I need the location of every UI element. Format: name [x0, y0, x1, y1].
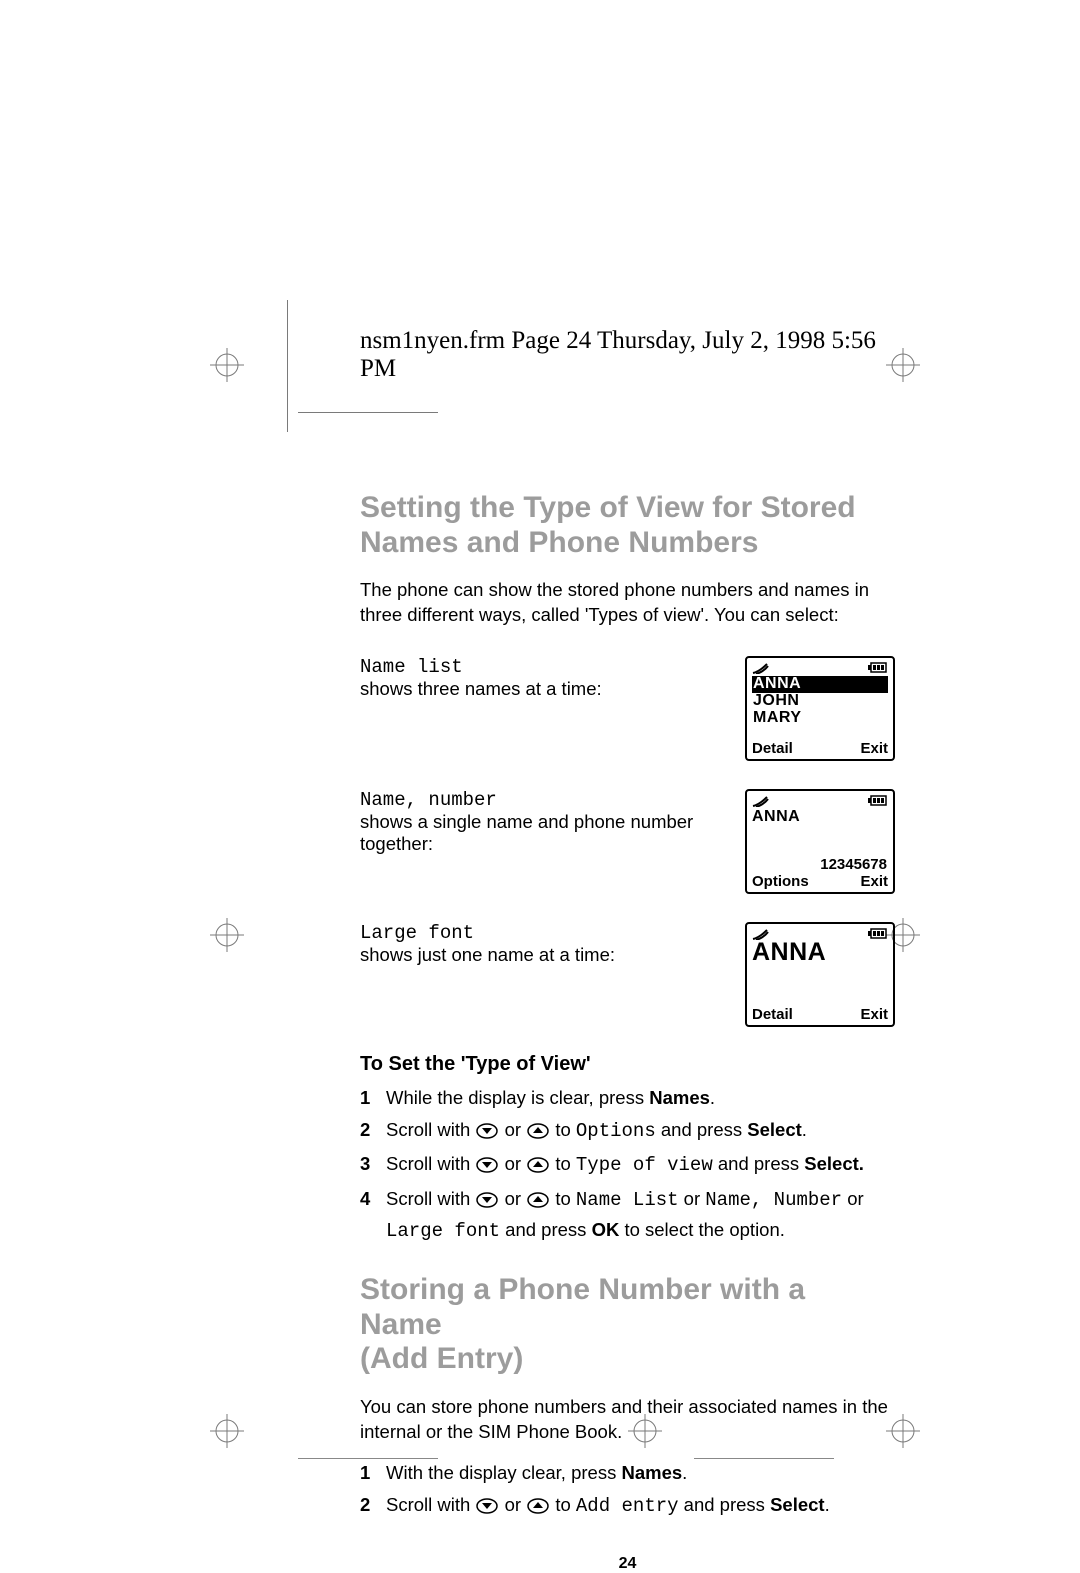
view-option: Name list shows three names at a time: A…	[360, 656, 895, 761]
view-desc: shows a single name and phone number tog…	[360, 811, 693, 854]
steps-list: 1 With the display clear, press Names. 2…	[360, 1459, 895, 1522]
softkey-left: Detail	[752, 1006, 793, 1023]
step-text: Scroll with or to Add entry and press Se…	[386, 1491, 895, 1522]
intro-text: The phone can show the stored phone numb…	[360, 578, 895, 628]
step-number: 2	[360, 1116, 386, 1147]
crop-rule	[287, 300, 288, 432]
softkey-right: Exit	[860, 1006, 888, 1023]
steps-list: 1 While the display is clear, press Name…	[360, 1084, 895, 1246]
scroll-up-icon	[527, 1188, 549, 1216]
register-mark-icon	[210, 1414, 244, 1448]
step-number: 2	[360, 1491, 386, 1522]
step-item: 2 Scroll with or to Options and press Se…	[360, 1116, 895, 1147]
lcd-preview: ANNA Detail Exit	[745, 922, 895, 1027]
step-number: 3	[360, 1150, 386, 1181]
lcd-preview: ANNA JOHN MARY Detail Exit	[745, 656, 895, 761]
heading-line: (Add Entry)	[360, 1342, 523, 1375]
step-item: 1 While the display is clear, press Name…	[360, 1084, 895, 1112]
lcd-softkeys: Detail Exit	[752, 740, 888, 757]
step-item: 4 Scroll with or to Name List or Name, N…	[360, 1185, 895, 1245]
view-code: Name, number	[360, 789, 497, 811]
manual-page: nsm1nyen.frm Page 24 Thursday, July 2, 1…	[0, 0, 1080, 1528]
lcd-softkeys: Detail Exit	[752, 1006, 888, 1023]
signal-icon	[752, 662, 774, 674]
softkey-right: Exit	[860, 740, 888, 757]
lcd-names: ANNA JOHN MARY	[752, 674, 888, 740]
battery-icon	[868, 795, 888, 806]
section-heading: Storing a Phone Number with a Name (Add …	[360, 1273, 895, 1377]
page-number: 24	[360, 1555, 895, 1573]
softkey-left: Options	[752, 873, 809, 890]
scroll-down-icon	[476, 1188, 498, 1216]
step-number: 1	[360, 1084, 386, 1112]
scroll-down-icon	[476, 1494, 498, 1522]
step-text: With the display clear, press Names.	[386, 1459, 895, 1487]
heading-line: Names and Phone Numbers	[360, 526, 758, 559]
page-content: nsm1nyen.frm Page 24 Thursday, July 2, 1…	[360, 327, 895, 1573]
lcd-status	[752, 795, 888, 807]
lcd-number: 12345678	[752, 856, 888, 873]
intro-text: You can store phone numbers and their as…	[360, 1395, 895, 1445]
heading-line: Setting the Type of View for Stored	[360, 491, 856, 524]
step-item: 3 Scroll with or to Type of view and pre…	[360, 1150, 895, 1181]
lcd-name-large: ANNA	[752, 940, 888, 965]
step-text: Scroll with or to Type of view and press…	[386, 1150, 895, 1181]
page-slug: nsm1nyen.frm Page 24 Thursday, July 2, 1…	[360, 327, 895, 383]
lcd-softkeys: Options Exit	[752, 873, 888, 890]
scroll-up-icon	[527, 1153, 549, 1181]
view-desc: shows three names at a time:	[360, 678, 602, 699]
view-text: Name, number shows a single name and pho…	[360, 789, 745, 894]
register-mark-icon	[210, 918, 244, 952]
scroll-up-icon	[527, 1494, 549, 1522]
view-desc: shows just one name at a time:	[360, 944, 615, 965]
subsection-heading: To Set the 'Type of View'	[360, 1053, 895, 1076]
step-text: Scroll with or to Options and press Sele…	[386, 1116, 895, 1147]
view-option: Large font shows just one name at a time…	[360, 922, 895, 1027]
step-item: 2 Scroll with or to Add entry and press …	[360, 1491, 895, 1522]
lcd-name: MARY	[752, 710, 888, 727]
lcd-status	[752, 662, 888, 674]
step-text: While the display is clear, press Names.	[386, 1084, 895, 1112]
view-code: Name list	[360, 656, 463, 678]
register-mark-icon	[210, 348, 244, 382]
heading-line: Storing a Phone Number with a Name	[360, 1273, 805, 1341]
step-number: 1	[360, 1459, 386, 1487]
step-text: Scroll with or to Name List or Name, Num…	[386, 1185, 895, 1245]
lcd-preview: ANNA 12345678 Options Exit	[745, 789, 895, 894]
view-code: Large font	[360, 922, 474, 944]
softkey-right: Exit	[860, 873, 888, 890]
lcd-name: ANNA	[752, 807, 888, 826]
step-number: 4	[360, 1185, 386, 1245]
view-option: Name, number shows a single name and pho…	[360, 789, 895, 894]
view-text: Large font shows just one name at a time…	[360, 922, 745, 1027]
scroll-down-icon	[476, 1119, 498, 1147]
softkey-left: Detail	[752, 740, 793, 757]
view-text: Name list shows three names at a time:	[360, 656, 745, 761]
signal-icon	[752, 795, 774, 807]
section-heading: Setting the Type of View for Stored Name…	[360, 491, 895, 560]
battery-icon	[868, 928, 888, 939]
scroll-up-icon	[527, 1119, 549, 1147]
step-item: 1 With the display clear, press Names.	[360, 1459, 895, 1487]
lcd-name: JOHN	[752, 693, 888, 710]
lcd-name-selected: ANNA	[752, 676, 888, 693]
scroll-down-icon	[476, 1153, 498, 1181]
battery-icon	[868, 662, 888, 673]
